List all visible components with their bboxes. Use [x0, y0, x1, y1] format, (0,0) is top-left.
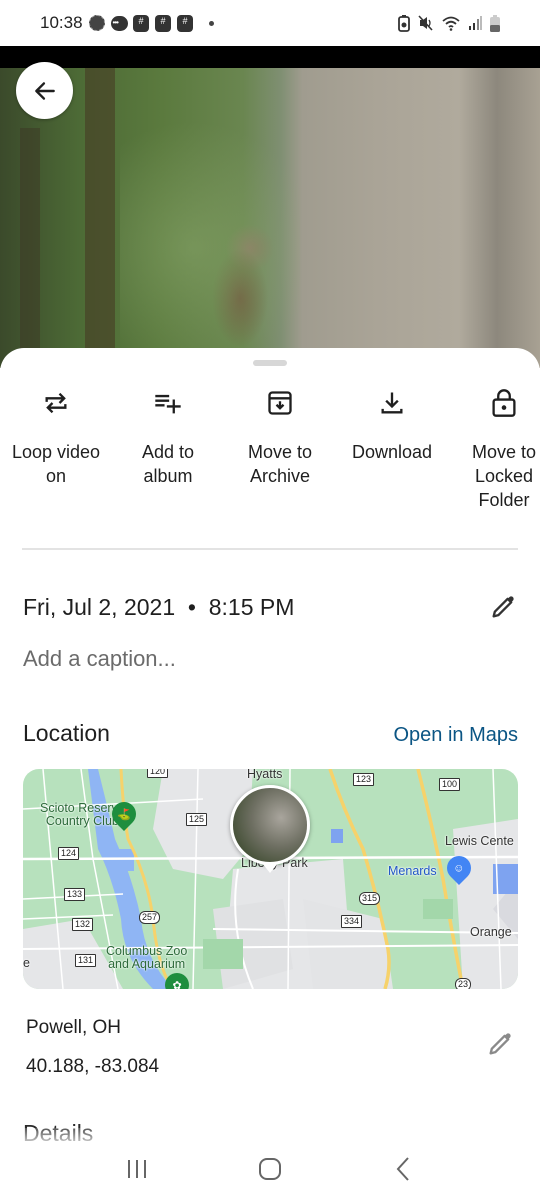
home-button[interactable] [240, 1149, 300, 1189]
loop-video-button[interactable]: Loop video on [0, 388, 112, 512]
action-label: Download [351, 442, 433, 462]
battery-icon [490, 14, 500, 32]
route-shield: 257 [139, 911, 161, 924]
arrow-left-icon [34, 81, 55, 100]
move-to-archive-button[interactable]: Move to Archive [224, 388, 336, 512]
route-shield: 23 [455, 978, 472, 989]
repeat-icon [41, 388, 71, 418]
action-label: Add to album [141, 442, 195, 486]
photo-tree-trunk [20, 128, 40, 368]
route-shield: 124 [58, 847, 80, 860]
map-label-hyatts: Hyatts [247, 769, 283, 781]
home-icon [258, 1158, 281, 1180]
action-label: Move to Locked Folder [471, 442, 537, 510]
map-label-edge: e [23, 956, 30, 970]
info-sheet: Loop video on Add to album Move to Archi… [0, 348, 540, 1200]
status-time: 10:38 [40, 13, 83, 32]
nav-back-button[interactable] [373, 1149, 433, 1189]
route-shield: 133 [64, 888, 86, 901]
photo-tree-trunk [85, 68, 115, 368]
photo-location-marker [230, 785, 310, 865]
wifi-icon [442, 16, 460, 31]
signal-app-icon [89, 15, 106, 32]
groupme-icon: # [155, 14, 172, 32]
photo-foliage [120, 68, 300, 368]
route-shield: 334 [341, 915, 363, 928]
map-label-menards: Menards [388, 864, 437, 878]
action-row: Loop video on Add to album Move to Archi… [0, 388, 540, 512]
route-shield: 100 [439, 778, 461, 791]
chat-bubble-icon [110, 15, 128, 32]
recent-apps-icon [127, 1160, 146, 1178]
route-shield: 131 [75, 954, 97, 967]
pencil-icon [492, 596, 514, 618]
lock-icon [489, 388, 519, 418]
route-shield: 315 [359, 892, 381, 905]
edit-location-button[interactable] [484, 1028, 516, 1060]
pencil-icon [489, 1033, 511, 1055]
move-to-locked-folder-button[interactable]: Move to Locked Folder [448, 388, 540, 512]
system-icons [398, 14, 500, 32]
photo-letterbox [0, 46, 540, 68]
cell-signal-icon [469, 16, 482, 30]
back-button[interactable] [16, 62, 73, 119]
action-label: Move to Archive [247, 442, 313, 486]
recent-apps-button[interactable] [107, 1149, 167, 1189]
add-to-album-button[interactable]: Add to album [112, 388, 224, 512]
download-icon [377, 388, 407, 418]
notification-icons: # # # [89, 14, 214, 32]
caption-input[interactable]: Add a caption... [23, 646, 176, 672]
download-button[interactable]: Download [336, 388, 448, 512]
edit-date-button[interactable] [488, 592, 518, 622]
date-time-row: Fri, Jul 2, 2021 • 8:15 PM [23, 592, 518, 622]
location-header: Location Open in Maps [23, 720, 518, 747]
map-label-columbus-zoo: Columbus Zoo and Aquarium [106, 944, 188, 971]
divider [22, 548, 518, 550]
drag-handle[interactable] [253, 360, 287, 366]
place-name: Powell, OH [26, 1017, 122, 1038]
map-label-lewis-center: Lewis Cente [445, 834, 514, 848]
date-time: Fri, Jul 2, 2021 • 8:15 PM [23, 593, 295, 620]
marker-pointer [262, 863, 278, 873]
photo-preview[interactable] [0, 68, 540, 368]
route-shield: 125 [186, 813, 208, 826]
archive-icon [265, 388, 295, 418]
battery-saver-icon [398, 14, 410, 32]
route-shield: 132 [72, 918, 94, 931]
status-bar: 10:38 # # # [0, 0, 540, 46]
location-title: Location [23, 720, 110, 746]
more-notifications-dot [208, 20, 214, 26]
action-label: Loop video on [11, 442, 101, 486]
chevron-left-icon [396, 1157, 410, 1181]
route-shield: 120 [147, 769, 169, 778]
groupme-icon: # [177, 14, 194, 32]
groupme-icon: # [133, 14, 150, 32]
route-shield: 123 [353, 773, 375, 786]
location-map[interactable]: 120 123 100 125 124 133 132 131 257 315 … [23, 769, 518, 989]
system-nav-bar [0, 1138, 540, 1200]
open-in-maps-link[interactable]: Open in Maps [393, 724, 518, 747]
playlist-add-icon [153, 388, 183, 418]
map-label-orange: Orange [470, 925, 512, 939]
mute-icon [418, 15, 433, 31]
coordinates: 40.188, -83.084 [26, 1056, 160, 1077]
